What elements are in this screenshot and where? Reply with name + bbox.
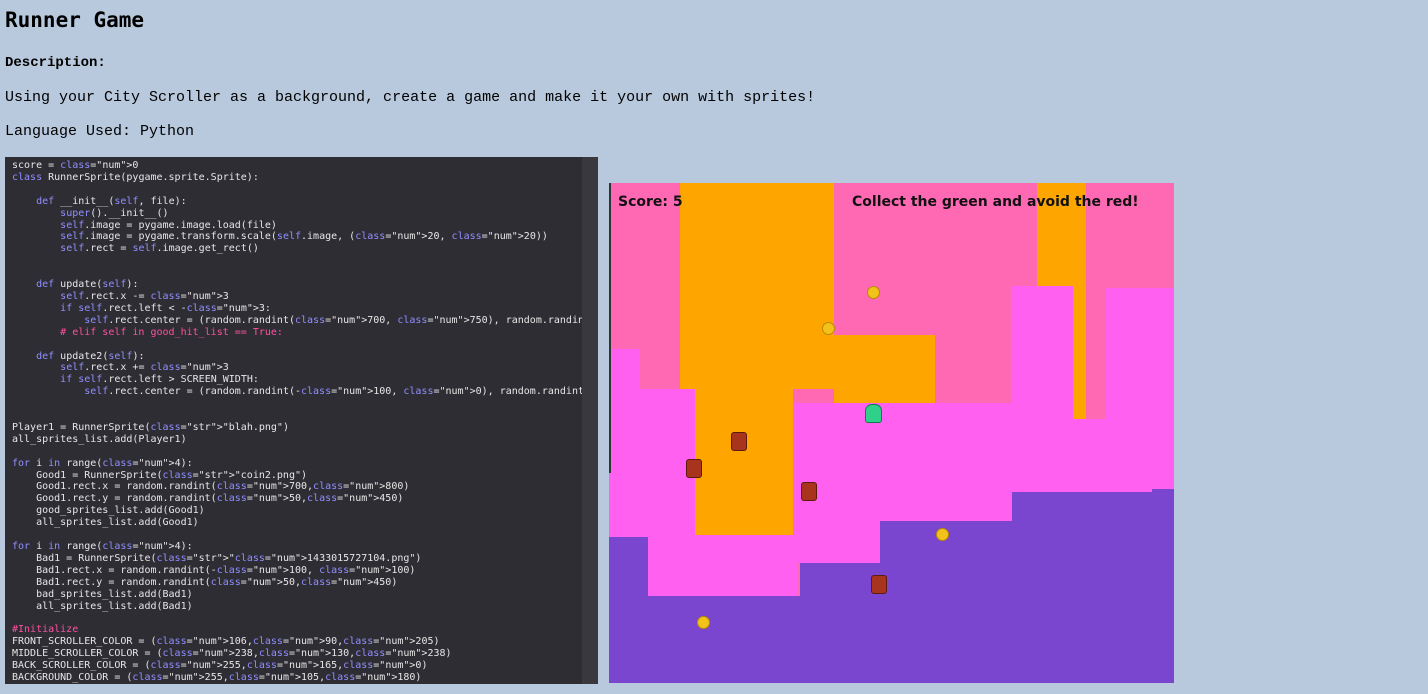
code-line: Bad1.rect.y = random.randint(class="num"…: [12, 576, 398, 588]
middle-building: [609, 349, 640, 539]
code-line: if self.rect.left > SCREEN_WIDTH:: [60, 374, 259, 386]
middle-building: [881, 403, 1011, 521]
code-line: self.rect.center = (random.randint(-clas…: [84, 386, 598, 398]
code-block: score = class="num">0 class RunnerSprite…: [12, 160, 598, 684]
code-line: Player1 = RunnerSprite(class="str">"blah…: [12, 421, 289, 433]
code-line: self.image = pygame.image.load(file): [60, 219, 277, 231]
page-title: Runner Game: [5, 8, 145, 32]
code-line: all_sprites_list.add(Good1): [36, 517, 199, 529]
coin-sprite: [936, 528, 949, 541]
code-line: good_sprites_list.add(Good1): [36, 505, 205, 517]
code-line: all_sprites_list.add(Bad1): [36, 600, 193, 612]
back-building: [680, 183, 834, 389]
score-label: Score: 5: [618, 194, 683, 210]
code-line: def update(self):: [36, 279, 139, 291]
code-line: def __init__(self, file):: [36, 195, 187, 207]
bad-sprite: [801, 482, 817, 501]
code-line: Good1.rect.y = random.randint(class="num…: [12, 493, 404, 505]
front-building: [880, 521, 1012, 683]
bad-sprite: [686, 459, 702, 478]
description-label: Description:: [5, 55, 106, 71]
code-line: def update2(self):: [36, 350, 145, 362]
code-line: Bad1 = RunnerSprite(class="str">"class="…: [12, 552, 422, 564]
code-line: self.rect = self.image.get_rect(): [60, 243, 259, 255]
code-line: bad_sprites_list.add(Bad1): [36, 588, 193, 600]
bad-sprite: [731, 432, 747, 451]
code-line: self.image = pygame.transform.scale(self…: [60, 231, 548, 243]
code-line: self.rect.center = (random.randint(class…: [84, 314, 598, 326]
code-line: Bad1.rect.x = random.randint(-class="num…: [12, 564, 416, 576]
code-line: self.rect.x += class="num">3: [60, 362, 229, 374]
middle-building: [1105, 288, 1174, 492]
canvas-edge: [609, 183, 611, 473]
code-screenshot: score = class="num">0 class RunnerSprite…: [5, 157, 598, 684]
back-building: [834, 335, 935, 405]
coin-sprite: [867, 286, 880, 299]
code-line: BACK_SCROLLER_COLOR = (class="num">255,c…: [12, 660, 428, 672]
coin-sprite: [822, 322, 835, 335]
code-line: for i in range(class="num">4):: [12, 457, 193, 469]
code-line: # elif self in good_hit_list == True:: [12, 326, 283, 338]
front-building: [1012, 492, 1152, 683]
code-line: class RunnerSprite(pygame.sprite.Sprite)…: [12, 171, 259, 183]
code-line: self.rect.x -= class="num">3: [60, 290, 229, 302]
code-line: Good1.rect.x = random.randint(class="num…: [12, 481, 410, 493]
bad-sprite: [871, 575, 887, 594]
code-line: all_sprites_list.add(Player1): [12, 433, 187, 445]
editor-scrollbar: [582, 157, 598, 684]
game-canvas: Score: 5 Collect the green and avoid the…: [609, 183, 1174, 683]
front-building: [648, 596, 800, 683]
middle-building: [648, 535, 798, 598]
game-hint: Collect the green and avoid the red!: [852, 194, 1139, 210]
code-line: #Initialize: [12, 624, 79, 636]
language-text: Language Used: Python: [5, 123, 195, 140]
code-line: Good1 = RunnerSprite(class="str">"coin2.…: [12, 469, 308, 481]
front-building: [609, 537, 648, 683]
back-building: [695, 389, 793, 535]
player-sprite: [865, 404, 882, 423]
middle-building: [1073, 419, 1105, 492]
code-line: if self.rect.left < -class="num">3:: [60, 302, 271, 314]
code-line: score = class="num">0: [12, 160, 139, 171]
code-line: for i in range(class="num">4):: [12, 541, 193, 552]
coin-sprite: [697, 616, 710, 629]
code-line: FRONT_SCROLLER_COLOR = (class="num">106,…: [12, 636, 440, 648]
code-line: BACKGROUND_COLOR = (class="num">255,clas…: [12, 671, 422, 683]
front-building: [1152, 489, 1174, 683]
front-building: [800, 563, 880, 683]
code-line: super().__init__(): [60, 207, 169, 219]
code-line: MIDDLE_SCROLLER_COLOR = (class="num">238…: [12, 648, 452, 660]
description-text: Using your City Scroller as a background…: [5, 89, 816, 106]
middle-building: [1011, 286, 1073, 492]
